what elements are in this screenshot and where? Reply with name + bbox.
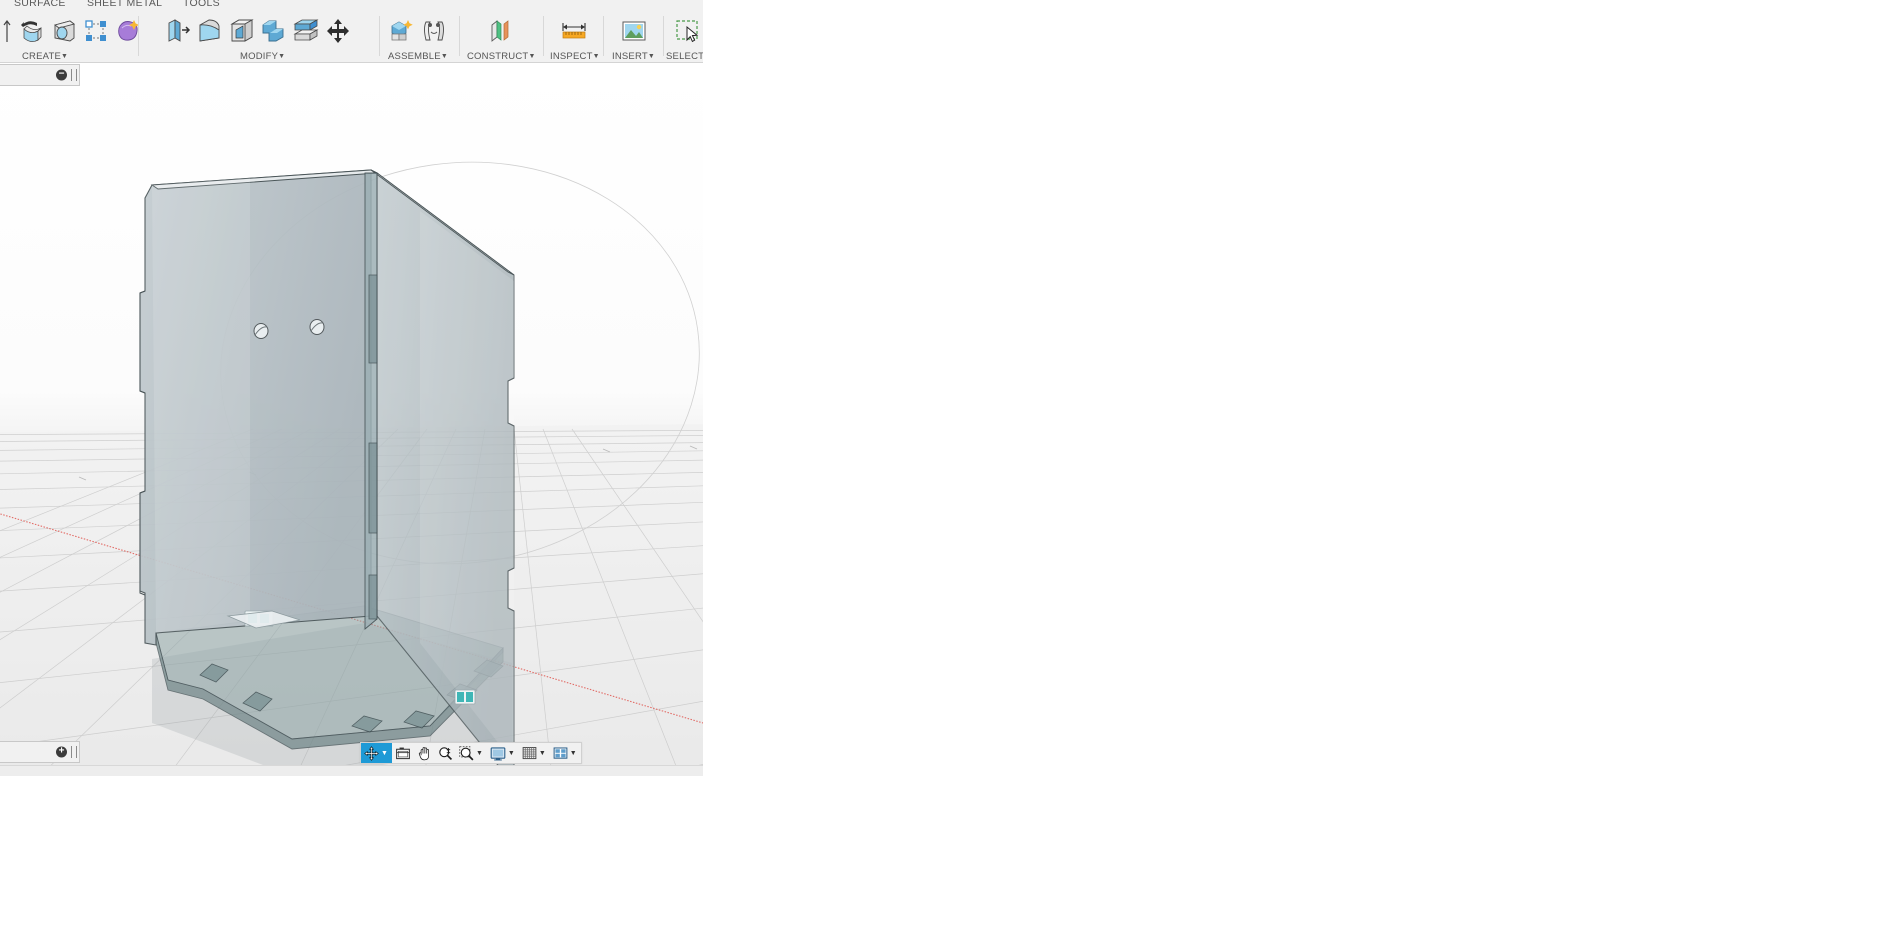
chevron-down-icon[interactable]: ▼ (476, 750, 483, 757)
sweep-tool-button[interactable] (48, 15, 80, 47)
ribbon-panel-construct-label: CONSTRUCT▼ (467, 51, 536, 62)
corner-spine (364, 172, 378, 630)
ribbon-panel-insert-label: INSERT▼ (612, 51, 656, 62)
ribbon-panel-inspect: INSPECT▼ (546, 12, 604, 62)
panel-divider (543, 16, 544, 56)
insert-image-tool-button[interactable] (618, 15, 650, 47)
chevron-down-icon[interactable]: ▼ (61, 53, 68, 60)
grid-snaps-button[interactable]: ▼ (519, 743, 550, 763)
panel-divider (603, 16, 604, 56)
panel-divider (459, 16, 460, 56)
create-form-tool-button[interactable] (112, 15, 144, 47)
chevron-down-icon[interactable]: ▼ (593, 53, 600, 60)
panel-divider (379, 16, 380, 56)
joint-tool-button[interactable] (418, 15, 450, 47)
ribbon-tab-tools[interactable]: TOOLS (183, 0, 220, 9)
ribbon-scroll-left-icon[interactable] (0, 15, 14, 47)
browser-panel-collapsed-top[interactable]: − (0, 64, 80, 86)
fit-tool-button[interactable]: ▼ (456, 743, 487, 763)
chevron-down-icon[interactable]: ▼ (278, 53, 285, 60)
ribbon-panel-create-label: CREATE▼ (22, 51, 69, 62)
ribbon-panel-assemble: ASSEMBLE▼ (384, 12, 460, 62)
chevron-down-icon[interactable]: ▼ (508, 750, 515, 757)
press-pull-tool-button[interactable] (162, 15, 194, 47)
split-face-tool-button[interactable] (290, 15, 322, 47)
orbit-icon (364, 745, 379, 761)
display-mode-button[interactable]: ▼ (487, 743, 519, 763)
move-copy-tool-button[interactable] (322, 15, 354, 47)
revolve-tool-button[interactable] (16, 15, 48, 47)
panel-resize-grip[interactable] (71, 69, 77, 81)
fusion-application-window: SURFACE SHEET METAL TOOLS CREATE▼ MODIFY… (0, 0, 703, 776)
zoom-icon (439, 746, 452, 760)
collapse-panel-icon[interactable]: − (56, 69, 67, 81)
ribbon-toolbar: CREATE▼ MODIFY▼ ASSEMBLE▼ CONSTRUCT▼ INS… (0, 12, 703, 63)
ribbon-panel-select-label: SELECT▼ (666, 51, 703, 62)
ribbon-tab-sheet-metal[interactable]: SHEET METAL (87, 0, 162, 9)
shell-tool-button[interactable] (226, 15, 258, 47)
offset-plane-tool-button[interactable] (484, 15, 516, 47)
fit-icon (459, 745, 474, 760)
chevron-down-icon[interactable]: ▼ (570, 750, 577, 757)
fillet-tool-button[interactable] (194, 15, 226, 47)
ribbon-panel-insert: INSERT▼ (606, 12, 664, 62)
view-navigation-bar: ▼ ▼ ▼ ▼ ▼ (360, 742, 582, 764)
look-at-tool-button[interactable] (392, 743, 414, 763)
combine-tool-button[interactable] (258, 15, 290, 47)
grid-icon (522, 746, 537, 759)
ribbon-panel-create: CREATE▼ (14, 12, 139, 62)
pan-tool-button[interactable] (414, 743, 435, 763)
look-at-icon (396, 747, 410, 759)
expand-panel-icon[interactable]: + (56, 746, 67, 758)
new-component-tool-button[interactable] (386, 15, 418, 47)
hole-1 (253, 323, 269, 339)
hand-icon (418, 746, 429, 760)
ribbon-tab-surface[interactable]: SURFACE (14, 0, 66, 9)
viewports-icon (553, 746, 568, 759)
chevron-down-icon[interactable]: ▼ (528, 53, 535, 60)
3d-viewport-canvas[interactable] (0, 63, 703, 776)
ribbon-panel-modify: MODIFY▼ (160, 12, 380, 62)
ribbon-panel-assemble-label: ASSEMBLE▼ (388, 51, 448, 62)
ribbon-panel-select: SELECT▼ (666, 12, 703, 62)
chevron-down-icon[interactable]: ▼ (381, 750, 388, 757)
panel-divider (138, 16, 139, 56)
panel-resize-grip[interactable] (71, 746, 77, 758)
ribbon-panel-modify-label: MODIFY▼ (240, 51, 286, 62)
hole-2 (309, 319, 325, 335)
panel-divider (663, 16, 664, 56)
ribbon-panel-inspect-label: INSPECT▼ (550, 51, 600, 62)
chevron-down-icon[interactable]: ▼ (539, 750, 546, 757)
monitor-icon (490, 746, 506, 760)
orbit-tool-button[interactable]: ▼ (361, 743, 392, 763)
chevron-down-icon[interactable]: ▼ (648, 53, 655, 60)
selection-marker-2 (454, 689, 476, 705)
zoom-tool-button[interactable] (435, 743, 456, 763)
left-vertical-panel (139, 169, 379, 646)
ribbon-panel-construct: CONSTRUCT▼ (464, 12, 544, 62)
status-bar (0, 765, 703, 776)
select-tool-button[interactable] (672, 15, 703, 47)
measure-tool-button[interactable] (558, 15, 590, 47)
viewports-button[interactable]: ▼ (550, 743, 581, 763)
chevron-down-icon[interactable]: ▼ (441, 53, 448, 60)
pattern-tool-button[interactable] (80, 15, 112, 47)
comments-panel-collapsed-bottom[interactable]: + (0, 741, 80, 763)
